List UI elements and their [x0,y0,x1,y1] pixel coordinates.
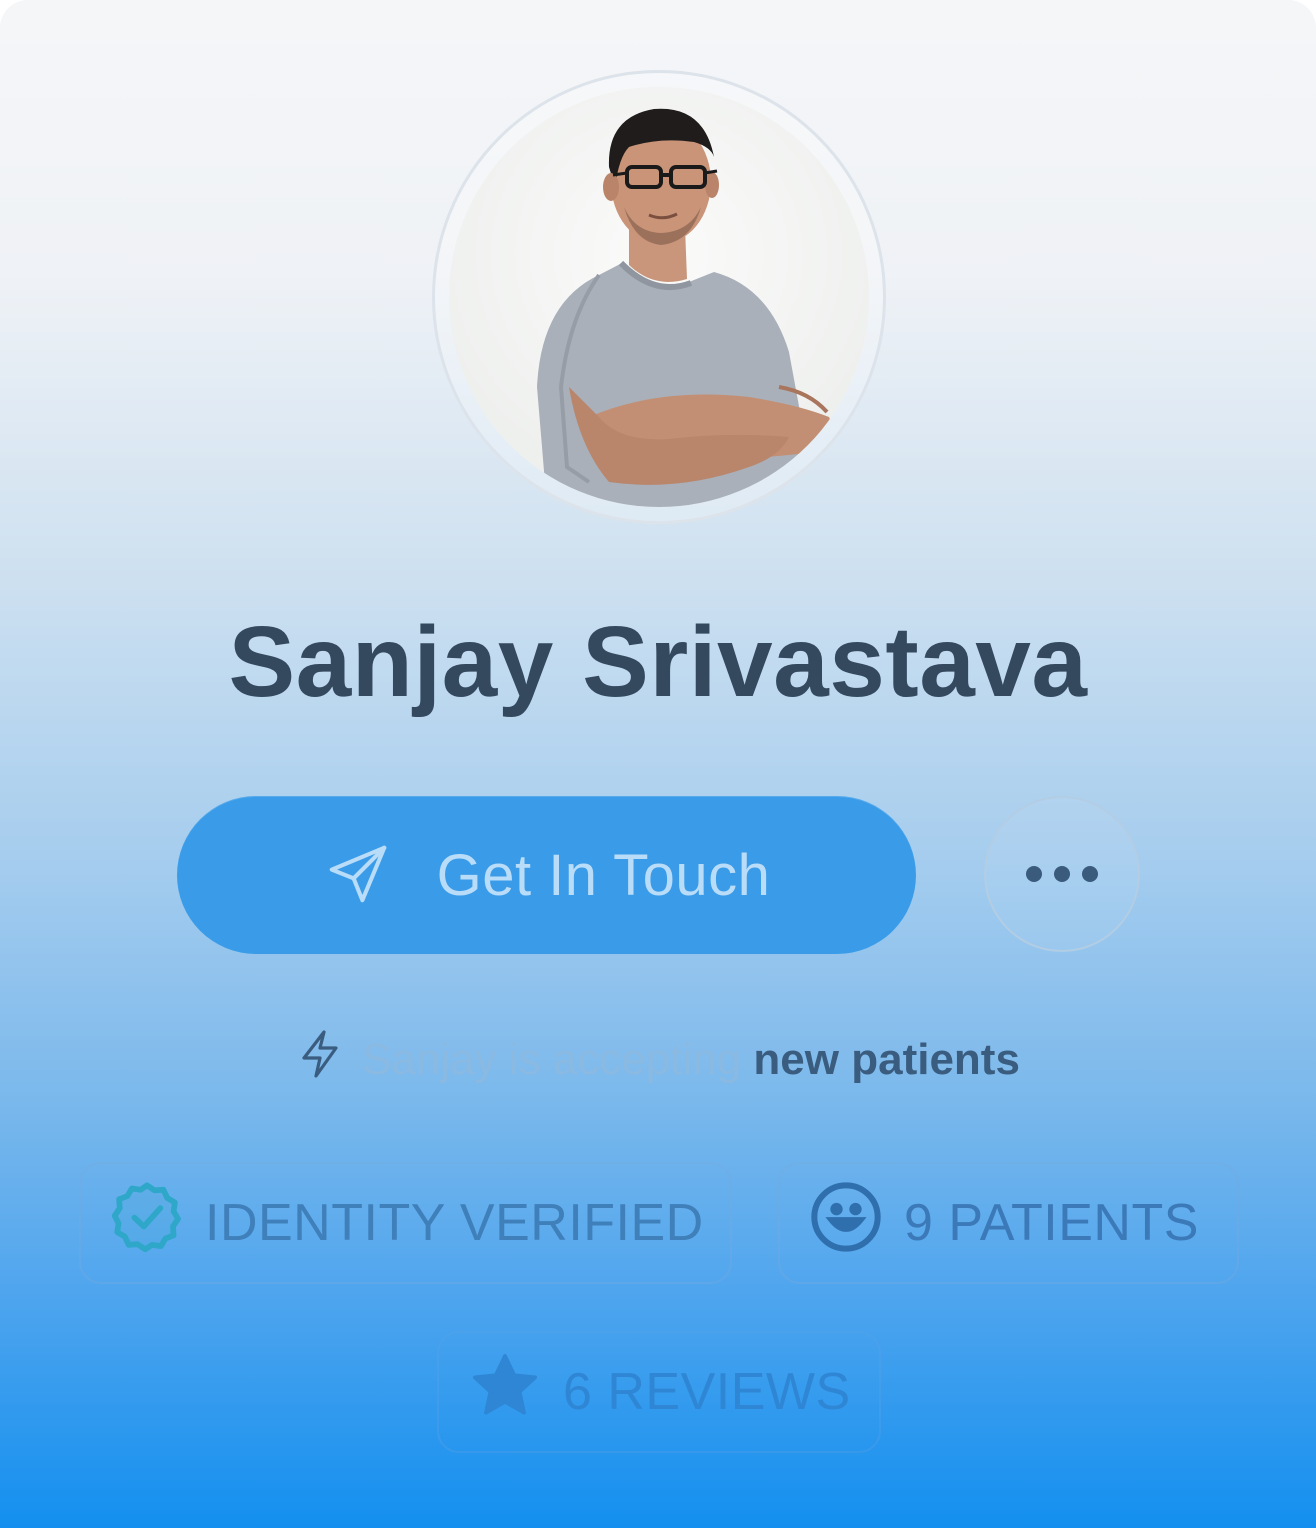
reviews-label: 6 REVIEWS [563,1363,851,1421]
avatar[interactable] [449,87,869,507]
patients-badge: 9 PATIENTS [778,1162,1239,1284]
status-highlight: new patients [753,1034,1020,1084]
paper-plane-icon [323,839,393,912]
lightning-icon [296,1028,344,1091]
get-in-touch-label: Get In Touch [436,842,771,908]
ellipsis-icon [1026,866,1098,882]
profile-name: Sanjay Srivastava [228,606,1088,718]
get-in-touch-button[interactable]: Get In Touch [177,796,916,954]
star-icon [467,1348,543,1437]
patients-label: 9 PATIENTS [904,1194,1199,1252]
avatar-photo [449,87,869,507]
accepting-status: Sanjay is accepting new patients [0,1028,1316,1091]
identity-verified-badge: IDENTITY VERIFIED [79,1162,732,1284]
identity-verified-label: IDENTITY VERIFIED [205,1194,704,1252]
smiley-icon [808,1179,884,1268]
more-options-button[interactable] [984,796,1140,952]
status-prefix: Sanjay is accepting [362,1034,742,1084]
verified-badge-icon [109,1179,185,1268]
profile-card: Sanjay Srivastava Get In Touch Sanjay is… [0,0,1316,1528]
reviews-badge: 6 REVIEWS [437,1331,881,1453]
